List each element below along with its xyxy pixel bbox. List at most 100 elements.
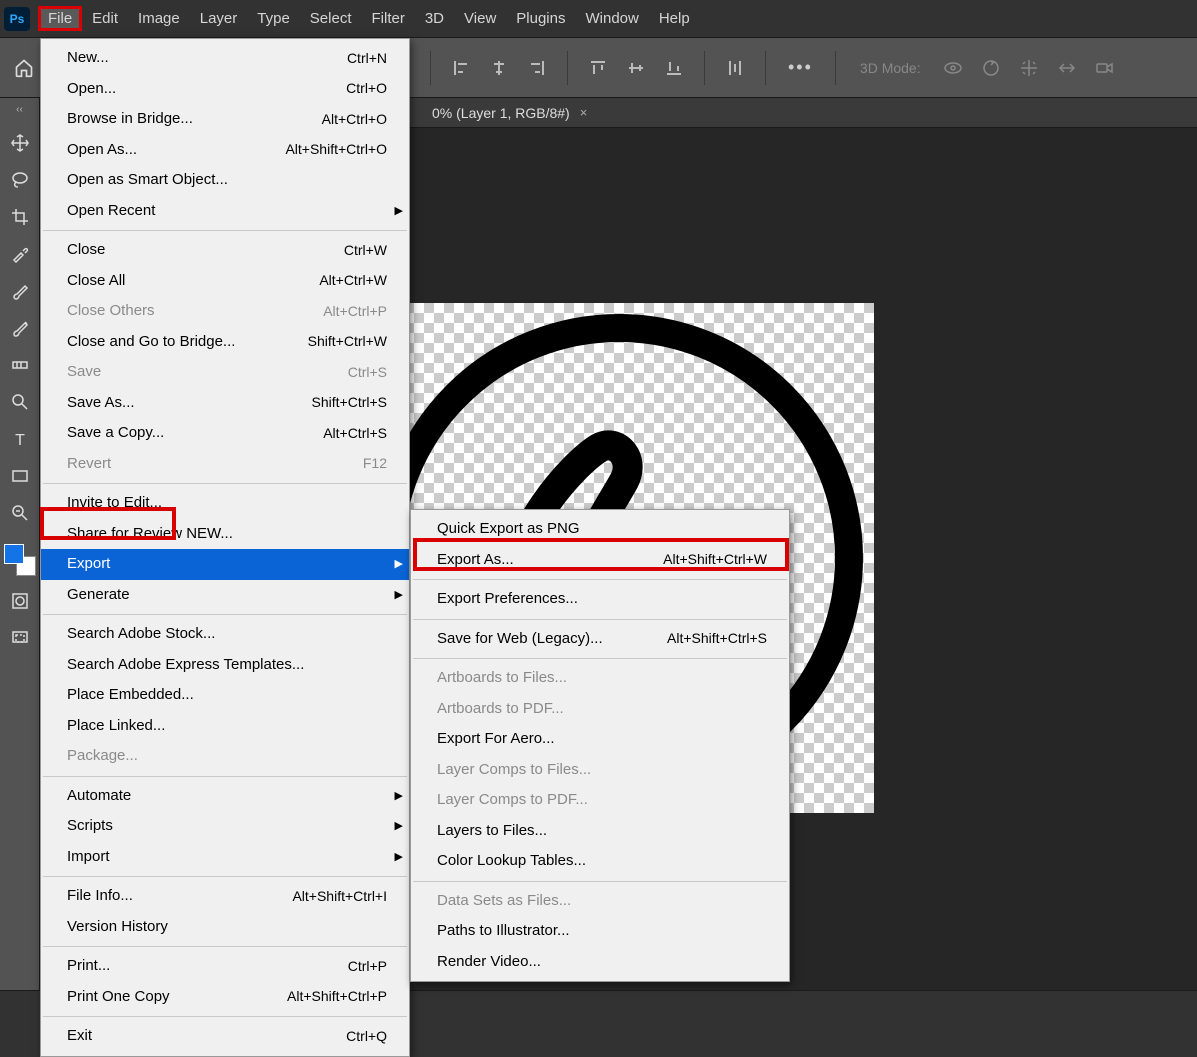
file-menu-item-version-history[interactable]: Version History xyxy=(41,912,409,943)
lasso-tool[interactable] xyxy=(4,164,36,196)
brush-tool[interactable] xyxy=(4,275,36,307)
export-menu-item-export-for-aero[interactable]: Export For Aero... xyxy=(411,724,789,755)
file-menu-item-shortcut: F12 xyxy=(363,453,387,474)
menu-plugins[interactable]: Plugins xyxy=(506,6,575,31)
menu-3d[interactable]: 3D xyxy=(415,6,454,31)
file-menu-item-automate[interactable]: Automate▶ xyxy=(41,781,409,812)
dodge-tool[interactable] xyxy=(4,386,36,418)
menu-type[interactable]: Type xyxy=(247,6,300,31)
home-button[interactable] xyxy=(8,52,40,84)
menu-filter[interactable]: Filter xyxy=(362,6,415,31)
file-menu-item-shortcut: Alt+Ctrl+O xyxy=(322,109,387,130)
file-menu-item-new[interactable]: New...Ctrl+N xyxy=(41,43,409,74)
align-right-edges-icon[interactable] xyxy=(524,55,550,81)
file-menu-item-shortcut: Ctrl+S xyxy=(348,362,387,383)
file-menu-item-generate[interactable]: Generate▶ xyxy=(41,580,409,611)
align-left-edges-icon[interactable] xyxy=(448,55,474,81)
file-menu-item-share-for-review-new[interactable]: Share for Review NEW... xyxy=(41,519,409,550)
menu-file[interactable]: File xyxy=(38,6,82,31)
file-menu-item-scripts[interactable]: Scripts▶ xyxy=(41,811,409,842)
file-menu-item-print[interactable]: Print...Ctrl+P xyxy=(41,951,409,982)
distribute-icon[interactable] xyxy=(722,55,748,81)
screen-mode-tool[interactable] xyxy=(4,622,36,654)
file-menu-item-save: SaveCtrl+S xyxy=(41,357,409,388)
more-options-icon[interactable]: ••• xyxy=(788,57,813,78)
toolbox-collapse-icon[interactable]: ‹‹ xyxy=(5,104,35,118)
file-menu-item-close-all[interactable]: Close AllAlt+Ctrl+W xyxy=(41,266,409,297)
file-menu-item-save-as[interactable]: Save As...Shift+Ctrl+S xyxy=(41,388,409,419)
document-tab[interactable]: 0% (Layer 1, RGB/8#) × xyxy=(420,98,599,127)
file-menu-item-search-adobe-express-templates[interactable]: Search Adobe Express Templates... xyxy=(41,650,409,681)
export-menu-item-label: Layers to Files... xyxy=(437,820,767,843)
menu-window[interactable]: Window xyxy=(575,6,648,31)
align-top-edges-icon[interactable] xyxy=(585,55,611,81)
file-menu-item-open-recent[interactable]: Open Recent▶ xyxy=(41,196,409,227)
file-menu-item-label: Generate xyxy=(67,584,387,607)
menu-help[interactable]: Help xyxy=(649,6,700,31)
file-menu-item-save-a-copy[interactable]: Save a Copy...Alt+Ctrl+S xyxy=(41,418,409,449)
file-menu-item-close[interactable]: CloseCtrl+W xyxy=(41,235,409,266)
file-menu-item-file-info[interactable]: File Info...Alt+Shift+Ctrl+I xyxy=(41,881,409,912)
export-menu-item-label: Quick Export as PNG xyxy=(437,518,767,541)
color-swatches[interactable] xyxy=(4,544,36,576)
file-menu-item-exit[interactable]: ExitCtrl+Q xyxy=(41,1021,409,1052)
file-menu-item-import[interactable]: Import▶ xyxy=(41,842,409,873)
export-menu-item-export-preferences[interactable]: Export Preferences... xyxy=(411,584,789,615)
file-menu-item-place-linked[interactable]: Place Linked... xyxy=(41,711,409,742)
file-menu-item-label: Print One Copy xyxy=(67,986,287,1009)
export-menu-item-artboards-to-files: Artboards to Files... xyxy=(411,663,789,694)
orbit-camera-icon[interactable] xyxy=(940,55,966,81)
export-menu-item-layers-to-files[interactable]: Layers to Files... xyxy=(411,816,789,847)
gradient-tool[interactable] xyxy=(4,349,36,381)
export-menu-item-paths-to-illustrator[interactable]: Paths to Illustrator... xyxy=(411,916,789,947)
quick-mask-tool[interactable] xyxy=(4,585,36,617)
file-menu-item-place-embedded[interactable]: Place Embedded... xyxy=(41,680,409,711)
roll-camera-icon[interactable] xyxy=(978,55,1004,81)
export-menu-item-separator xyxy=(413,658,787,659)
export-menu-item-export-as[interactable]: Export As...Alt+Shift+Ctrl+W xyxy=(411,545,789,576)
crop-tool[interactable] xyxy=(4,201,36,233)
export-menu-item-render-video[interactable]: Render Video... xyxy=(411,947,789,978)
menu-image[interactable]: Image xyxy=(128,6,190,31)
align-vcenter-icon[interactable] xyxy=(623,55,649,81)
file-menu-item-browse-in-bridge[interactable]: Browse in Bridge...Alt+Ctrl+O xyxy=(41,104,409,135)
export-menu-item-label: Export For Aero... xyxy=(437,728,767,751)
type-tool[interactable]: T xyxy=(4,423,36,455)
move-tool[interactable] xyxy=(4,127,36,159)
export-menu-item-color-lookup-tables[interactable]: Color Lookup Tables... xyxy=(411,846,789,877)
slide-camera-icon[interactable] xyxy=(1054,55,1080,81)
menu-layer[interactable]: Layer xyxy=(190,6,248,31)
file-menu-item-label: Import xyxy=(67,846,387,869)
export-menu-item-label: Layer Comps to PDF... xyxy=(437,789,767,812)
menu-view[interactable]: View xyxy=(454,6,506,31)
export-menu-item-label: Artboards to PDF... xyxy=(437,698,767,721)
align-bottom-edges-icon[interactable] xyxy=(661,55,687,81)
align-hcenter-icon[interactable] xyxy=(486,55,512,81)
export-menu-item-separator xyxy=(413,881,787,882)
file-menu-item-search-adobe-stock[interactable]: Search Adobe Stock... xyxy=(41,619,409,650)
menu-edit[interactable]: Edit xyxy=(82,6,128,31)
eyedropper-tool[interactable] xyxy=(4,238,36,270)
zoom-tool[interactable] xyxy=(4,497,36,529)
file-menu-item-open[interactable]: Open...Ctrl+O xyxy=(41,74,409,105)
file-menu-item-invite-to-edit[interactable]: Invite to Edit... xyxy=(41,488,409,519)
rectangle-tool[interactable] xyxy=(4,460,36,492)
close-tab-icon[interactable]: × xyxy=(580,105,588,120)
menubar: Ps FileEditImageLayerTypeSelectFilter3DV… xyxy=(0,0,1197,38)
file-menu-item-label: Share for Review NEW... xyxy=(67,523,387,546)
foreground-color-swatch[interactable] xyxy=(4,544,24,564)
file-menu-item-open-as[interactable]: Open As...Alt+Shift+Ctrl+O xyxy=(41,135,409,166)
file-menu-item-print-one-copy[interactable]: Print One CopyAlt+Shift+Ctrl+P xyxy=(41,982,409,1013)
menu-select[interactable]: Select xyxy=(300,6,362,31)
zoom-camera-icon[interactable] xyxy=(1092,55,1118,81)
file-menu-item-close-and-go-to-bridge[interactable]: Close and Go to Bridge...Shift+Ctrl+W xyxy=(41,327,409,358)
pan-camera-icon[interactable] xyxy=(1016,55,1042,81)
file-menu-item-export[interactable]: Export▶ xyxy=(41,549,409,580)
history-brush-tool[interactable] xyxy=(4,312,36,344)
export-menu-item-quick-export-as-png[interactable]: Quick Export as PNG xyxy=(411,514,789,545)
file-menu-item-label: Revert xyxy=(67,453,363,476)
file-menu-item-label: Place Linked... xyxy=(67,715,387,738)
export-menu-item-save-for-web-legacy[interactable]: Save for Web (Legacy)...Alt+Shift+Ctrl+S xyxy=(411,624,789,655)
file-menu-item-open-as-smart-object[interactable]: Open as Smart Object... xyxy=(41,165,409,196)
export-menu-item-label: Export Preferences... xyxy=(437,588,767,611)
